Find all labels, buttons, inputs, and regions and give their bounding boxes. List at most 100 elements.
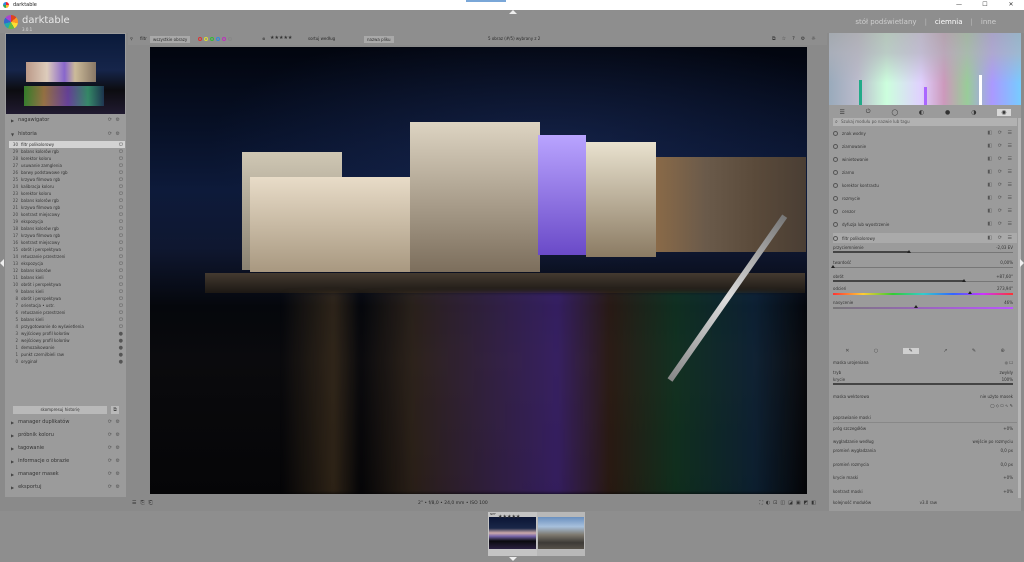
power-icon[interactable] xyxy=(833,169,838,175)
vector-mask-value[interactable]: nie użyto masek xyxy=(980,394,1013,399)
power-icon[interactable] xyxy=(833,156,838,162)
mask-toggle-icon[interactable]: ◎ ☐ xyxy=(1005,360,1013,365)
slider-knob[interactable] xyxy=(962,279,967,282)
section-navigation[interactable]: ▶ nagawigator ⟳ ⚙ xyxy=(5,115,126,125)
vector-mask-row[interactable]: maska wektorowa nie użyto masek xyxy=(833,393,1017,401)
mask-uniform-icon[interactable]: ○ xyxy=(874,348,878,354)
slider-knob[interactable] xyxy=(831,265,835,268)
history-item[interactable]: 13 ekspozycja ⏻ xyxy=(9,260,125,267)
history-item[interactable]: 15 obrót i perspektywa ⏻ xyxy=(9,246,125,253)
tab-quick-access-icon[interactable]: ☰ xyxy=(839,109,844,116)
help-icon[interactable]: ? xyxy=(792,36,795,42)
module-controls-icon[interactable]: ◧ ⟳ ☰ xyxy=(987,143,1014,149)
history-item[interactable]: 17 krzywa filmowa rgb ⏻ xyxy=(9,232,125,239)
section-controls-icon[interactable]: ⟳ ⚙ xyxy=(108,484,121,490)
history-item[interactable]: 10 obrót i perspektywa ⏻ xyxy=(9,281,125,288)
shape-tools-icon[interactable]: ◯ ◇ ⬠ ∿ ✎ xyxy=(990,403,1013,408)
module-controls-icon[interactable]: ◧ ⟳ ☰ xyxy=(987,235,1014,241)
module-controls-icon[interactable]: ◧ ⟳ ☰ xyxy=(987,195,1014,201)
power-icon[interactable] xyxy=(833,195,838,201)
power-icon[interactable] xyxy=(833,221,838,227)
history-item[interactable]: 3 wyjściowy profil kolorów ● xyxy=(9,330,125,337)
module-row[interactable]: rozmycie ◧ ⟳ ☰ xyxy=(833,193,1017,203)
close-button[interactable]: ✕ xyxy=(998,0,1024,10)
history-item[interactable]: 8 obrót i perspektywa ⏻ xyxy=(9,295,125,302)
mask-drawn-icon[interactable]: ✎ xyxy=(902,348,919,354)
section-controls-icon[interactable]: ⟳ ⚙ xyxy=(108,432,121,438)
color-label-dot[interactable] xyxy=(228,37,232,41)
right-tool-icons[interactable]: ⛶◐⊡◫◪▣◩◧ xyxy=(759,500,819,506)
section-controls-icon[interactable]: ⟳ ⚙ xyxy=(108,419,121,425)
sun-icon[interactable]: ☼ xyxy=(811,36,815,42)
power-icon[interactable] xyxy=(833,235,838,241)
power-icon[interactable] xyxy=(833,143,838,149)
mask-raster-icon[interactable]: ⊕ xyxy=(1001,348,1005,354)
style-icon[interactable]: ⧉ xyxy=(111,406,119,414)
module-row[interactable]: ziarno ◧ ⟳ ☰ xyxy=(833,167,1017,177)
star-icon[interactable]: ☆ xyxy=(782,36,786,42)
reject-icon[interactable]: ⊗ xyxy=(262,36,265,41)
collapse-top-arrow-icon[interactable] xyxy=(509,10,517,14)
color-label-dot[interactable] xyxy=(210,37,214,41)
module-controls-icon[interactable]: ◧ ⟳ ☰ xyxy=(987,221,1014,227)
compress-history-button[interactable]: skompresuj historię xyxy=(13,406,107,414)
tab-active-icon[interactable]: ⏻ xyxy=(866,108,871,116)
section-collapsed[interactable]: ▶ informacje o obrazie ⟳ ⚙ xyxy=(5,456,126,466)
power-icon[interactable] xyxy=(833,182,838,188)
color-label-dot[interactable] xyxy=(222,37,226,41)
module-controls-icon[interactable]: ◧ ⟳ ☰ xyxy=(987,169,1014,175)
section-collapsed[interactable]: ▶ tagowanie ⟳ ⚙ xyxy=(5,443,126,453)
history-item[interactable]: 4 przygotowanie do wyświetlenia ⏻ xyxy=(9,323,125,330)
maximize-button[interactable]: ☐ xyxy=(972,0,998,10)
tab-tone-icon[interactable]: ◐ xyxy=(919,109,924,116)
view-other[interactable]: inne xyxy=(981,18,996,26)
history-item[interactable]: 30 filtr polikolorowy ⏻ xyxy=(9,141,125,148)
section-controls-icon[interactable]: ⟳ ⚙ xyxy=(108,445,121,451)
section-controls-icon[interactable]: ⟳ ⚙ xyxy=(108,471,121,477)
history-item[interactable]: 14 retuszanie przestrzeni ⏻ xyxy=(9,253,125,260)
history-item[interactable]: 7 orientacja • ustr. ⏻ xyxy=(9,302,125,309)
slider-row[interactable]: odcień 273,94° xyxy=(833,286,1017,297)
history-item[interactable]: 9 balans kieli ⏻ xyxy=(9,288,125,295)
tab-effect-icon[interactable]: ◉ xyxy=(997,108,1011,116)
filmstrip-thumb-active[interactable]: NEF ★★★★★ xyxy=(488,512,537,556)
filter-dropdown[interactable]: wszystkie obrazy xyxy=(150,35,191,43)
history-item[interactable]: 11 balans kieli ⏻ xyxy=(9,274,125,281)
section-controls-icon[interactable]: ⟳ ⚙ xyxy=(108,117,121,123)
collapse-right-arrow-icon[interactable] xyxy=(1020,259,1024,267)
section-controls-icon[interactable]: ⟳ ⚙ xyxy=(108,131,121,137)
history-item[interactable]: 29 balans kolorów rgb ⏻ xyxy=(9,148,125,155)
history-item[interactable]: 22 balans kolorów rgb ⏻ xyxy=(9,197,125,204)
mask-parametric-icon[interactable]: ↗ xyxy=(943,348,947,354)
rating-filter[interactable]: ★★★★★ xyxy=(270,35,292,41)
history-item[interactable]: 0 oryginał ● xyxy=(9,358,125,365)
module-row[interactable]: korektor kontrastu ◧ ⟳ ☰ xyxy=(833,180,1017,190)
blend-mode-value[interactable]: zwykły xyxy=(999,370,1013,375)
history-item[interactable]: 24 kalibracja koloru ⏻ xyxy=(9,183,125,190)
thumb-rating[interactable]: ★★★★★ xyxy=(498,514,520,520)
module-row[interactable]: dyfuzja lub wyostrzenie ◧ ⟳ ☰ xyxy=(833,219,1017,229)
history-item[interactable]: 5 balans kieli ⏻ xyxy=(9,316,125,323)
history-item[interactable]: 21 krzywa filmowa rgb ⏻ xyxy=(9,204,125,211)
collapse-left-arrow-icon[interactable] xyxy=(0,259,4,267)
history-item[interactable]: 19 ekspozycja ⏻ xyxy=(9,218,125,225)
history-item[interactable]: 18 balans kolorów rgb ⏻ xyxy=(9,225,125,232)
slider-row[interactable]: obrót +87,60° xyxy=(833,274,1017,285)
power-icon[interactable] xyxy=(833,208,838,214)
history-item[interactable]: 12 balans kolorów ⏻ xyxy=(9,267,125,274)
tab-base-icon[interactable]: ◯ xyxy=(891,109,898,116)
module-row[interactable]: znak wodny ◧ ⟳ ☰ xyxy=(833,128,1017,138)
section-collapsed[interactable]: ▶ manager duplikatów ⟳ ⚙ xyxy=(5,417,126,427)
module-order-row[interactable]: kolejność modułów v3.0 raw xyxy=(833,499,1017,507)
section-controls-icon[interactable]: ⟳ ⚙ xyxy=(108,458,121,464)
navigation-preview[interactable] xyxy=(6,34,125,114)
filmstrip-thumb[interactable] xyxy=(537,512,585,556)
color-label-filter[interactable] xyxy=(198,37,232,41)
module-row[interactable]: winietowanie ◧ ⟳ ☰ xyxy=(833,154,1017,164)
slider-knob[interactable] xyxy=(967,291,972,294)
section-collapsed[interactable]: ▶ manager masek ⟳ ⚙ xyxy=(5,469,126,479)
color-label-dot[interactable] xyxy=(216,37,220,41)
refine-row[interactable]: kontrast maski +0% xyxy=(833,488,1017,496)
view-darkroom[interactable]: ciemnia xyxy=(935,18,963,26)
section-collapsed[interactable]: ▶ próbnik koloru ⟳ ⚙ xyxy=(5,430,126,440)
